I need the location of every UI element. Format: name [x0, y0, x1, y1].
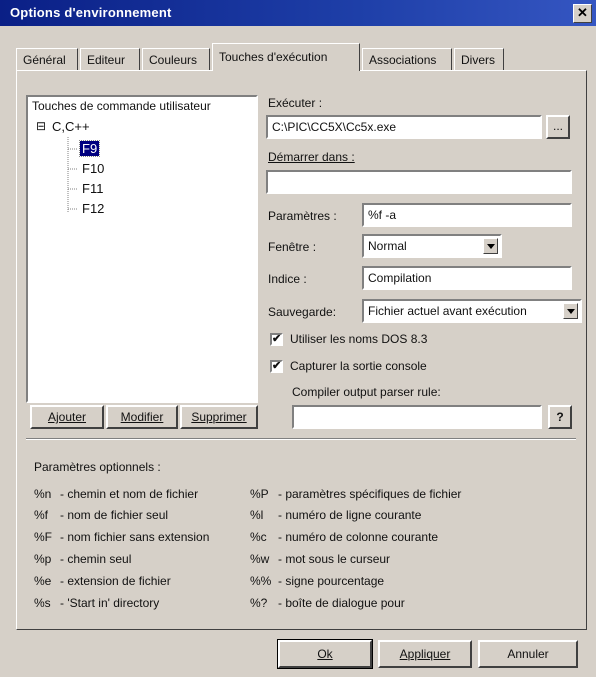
browse-button[interactable]: ... — [546, 115, 570, 139]
capture-checkbox[interactable]: ✔ — [270, 360, 283, 373]
fenetre-select[interactable]: Normal — [362, 234, 502, 258]
modify-button-label: Modifier — [120, 410, 164, 424]
parametres-label: Paramètres : — [268, 209, 337, 223]
param-desc: - extension de fichier — [60, 574, 171, 588]
param-desc: - 'Start in' directory — [60, 596, 160, 610]
apply-button-label: Appliquer — [399, 647, 451, 661]
param-code: %f — [34, 508, 49, 522]
delete-button[interactable]: Supprimer — [180, 405, 258, 429]
dos83-label: Utiliser les noms DOS 8.3 — [290, 332, 428, 346]
tab-label: Associations — [369, 53, 437, 67]
modify-button[interactable]: Modifier — [106, 405, 178, 429]
param-code: %e — [34, 574, 52, 588]
cancel-button-label: Annuler — [507, 647, 549, 661]
param-desc: - signe pourcentage — [278, 574, 385, 588]
tab-label: Général — [23, 53, 66, 67]
param-code: %? — [250, 596, 268, 610]
title-bar[interactable]: Options d'environnement ✕ — [0, 0, 596, 26]
fenetre-value: Normal — [368, 239, 407, 253]
tab-label: Editeur — [87, 53, 126, 67]
parametres-input[interactable]: %f -a — [362, 203, 572, 227]
demarrer-input[interactable] — [266, 170, 572, 194]
ok-button-label: Ok — [317, 647, 333, 661]
param-code: %% — [250, 574, 272, 588]
tab-couleurs[interactable]: Couleurs — [142, 48, 210, 70]
param-desc: - chemin seul — [60, 552, 132, 566]
collapse-icon[interactable]: ⊟ — [36, 119, 46, 133]
param-desc: - nom de fichier seul — [60, 508, 169, 522]
ok-button[interactable]: Ok — [277, 639, 373, 669]
executer-label: Exécuter : — [268, 96, 323, 110]
help-button[interactable]: ? — [548, 405, 572, 429]
param-code: %P — [250, 487, 269, 501]
param-desc: - chemin et nom de fichier — [60, 487, 199, 501]
sauvegarde-select[interactable]: Fichier actuel avant exécution — [362, 299, 582, 323]
separator — [26, 438, 576, 440]
param-code: %w — [250, 552, 270, 566]
indice-label: Indice : — [268, 272, 307, 286]
tab-label: Touches d'exécution — [219, 50, 328, 64]
sauvegarde-value: Fichier actuel avant exécution — [368, 304, 527, 318]
param-desc: - mot sous le curseur — [278, 552, 391, 566]
tree-item-f9[interactable]: F9 — [78, 140, 101, 157]
fenetre-label: Fenêtre : — [268, 240, 317, 254]
param-code: %s — [34, 596, 51, 610]
tree-root-c-cpp[interactable]: C,C++ — [52, 119, 90, 134]
chevron-down-icon[interactable] — [483, 238, 498, 254]
tab-associations[interactable]: Associations — [362, 48, 452, 70]
add-button-label: Ajouter — [47, 410, 87, 424]
close-button[interactable]: ✕ — [573, 4, 592, 23]
param-code: %c — [250, 530, 267, 544]
tree-item-f11[interactable]: F11 — [82, 181, 103, 196]
param-code: %p — [34, 552, 52, 566]
command-tree[interactable]: Touches de commande utilisateur ⊟ C,C++ … — [26, 95, 258, 403]
tree-header: Touches de commande utilisateur — [32, 99, 211, 113]
param-desc: - nom fichier sans extension — [60, 530, 210, 544]
param-code: %F — [34, 530, 52, 544]
cancel-button[interactable]: Annuler — [478, 640, 578, 668]
param-code: %n — [34, 487, 52, 501]
sauvegarde-label: Sauvegarde: — [268, 305, 337, 319]
tab-general[interactable]: Général — [16, 48, 78, 70]
tab-label: Couleurs — [149, 53, 198, 67]
parser-label: Compiler output parser rule: — [292, 385, 441, 399]
tree-item-f12[interactable]: F12 — [82, 201, 104, 216]
executer-input[interactable]: C:\PIC\CC5X\Cc5x.exe — [266, 115, 542, 139]
tree-lines — [67, 137, 78, 213]
tab-editeur[interactable]: Editeur — [80, 48, 140, 70]
param-desc: - paramètres spécifiques de fichier — [278, 487, 462, 501]
apply-button[interactable]: Appliquer — [378, 640, 472, 668]
dos83-checkbox[interactable]: ✔ — [270, 333, 283, 346]
param-desc: - numéro de ligne courante — [278, 508, 422, 522]
chevron-down-icon[interactable] — [563, 303, 578, 319]
tab-label: Divers — [461, 53, 496, 67]
delete-button-label: Supprimer — [191, 410, 247, 424]
param-desc: - numéro de colonne courante — [278, 530, 439, 544]
param-desc: - boîte de dialogue pour — [278, 596, 405, 610]
tree-item-f10[interactable]: F10 — [82, 161, 104, 176]
close-icon: ✕ — [577, 5, 588, 20]
add-button[interactable]: Ajouter — [30, 405, 104, 429]
optional-params-title: Paramètres optionnels : — [34, 460, 161, 474]
parser-input[interactable] — [292, 405, 542, 429]
demarrer-label: Démarrer dans : — [268, 150, 355, 164]
tab-touches-execution[interactable]: Touches d'exécution — [212, 43, 360, 71]
capture-label: Capturer la sortie console — [290, 359, 427, 373]
param-code: %l — [250, 508, 264, 522]
indice-input[interactable]: Compilation — [362, 266, 572, 290]
tab-divers[interactable]: Divers — [454, 48, 504, 70]
window-title: Options d'environnement — [10, 5, 172, 20]
